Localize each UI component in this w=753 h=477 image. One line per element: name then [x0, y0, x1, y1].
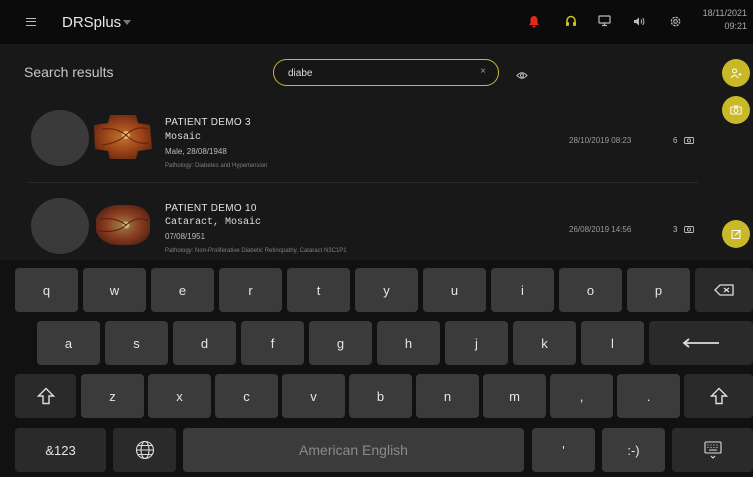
shift-key-right[interactable] [684, 374, 753, 418]
row-divider [28, 182, 698, 183]
enter-icon [682, 338, 719, 348]
space-key[interactable]: American English [183, 428, 524, 472]
key-f[interactable]: f [241, 321, 304, 365]
hide-keyboard-key[interactable] [672, 428, 753, 472]
app-title[interactable]: DRSplus [62, 14, 121, 31]
top-bar: DRSplus 18/11/2021 09:21 [0, 0, 753, 44]
key-l[interactable]: l [581, 321, 644, 365]
key-n[interactable]: n [416, 374, 479, 418]
enter-key[interactable] [649, 321, 753, 365]
patient-info: Male, 28/08/1948 [165, 147, 227, 156]
patient-pathology: Pathology: Non-Proliferative Diabetic Re… [165, 248, 347, 254]
on-screen-keyboard: q w e r t y u i o p a s d f g h j k l z … [0, 260, 753, 477]
search-input[interactable] [288, 65, 468, 81]
camera-icon [683, 137, 694, 144]
key-k[interactable]: k [513, 321, 576, 365]
bell-icon[interactable] [526, 13, 542, 29]
key-u[interactable]: u [423, 268, 486, 312]
key-j[interactable]: j [445, 321, 508, 365]
key-apostrophe[interactable]: ' [532, 428, 595, 472]
exam-date: 26/08/2019 14:56 [569, 225, 632, 234]
patient-info: 07/08/1951 [165, 232, 206, 241]
key-o[interactable]: o [559, 268, 622, 312]
shift-key-left[interactable] [15, 374, 76, 418]
key-q[interactable]: q [15, 268, 78, 312]
volume-icon[interactable] [631, 13, 647, 29]
patient-tags: Mosaic [165, 132, 202, 143]
backspace-icon [714, 284, 734, 296]
symbols-key[interactable]: &123 [15, 428, 106, 472]
key-t[interactable]: t [287, 268, 350, 312]
key-g[interactable]: g [309, 321, 372, 365]
camera-icon [683, 226, 694, 233]
patient-name: PATIENT DEMO 3 [165, 117, 251, 128]
key-a[interactable]: a [37, 321, 100, 365]
monitor-icon[interactable] [596, 13, 612, 29]
key-y[interactable]: y [355, 268, 418, 312]
shift-icon [36, 387, 55, 405]
clear-search-icon[interactable]: × [480, 66, 486, 77]
search-results-panel: Search results × PATIENT DEMO 3 Mosaic M… [0, 44, 753, 260]
search-field[interactable]: × [273, 59, 499, 86]
key-z[interactable]: z [81, 374, 144, 418]
fundus-image [96, 205, 150, 245]
menu-icon[interactable] [26, 18, 36, 26]
image-count: 3 [673, 225, 694, 234]
avatar [31, 110, 89, 166]
image-count: 6 [673, 136, 694, 145]
gear-icon[interactable] [667, 13, 683, 29]
add-patient-button[interactable] [722, 59, 750, 87]
image-count-value: 3 [673, 225, 678, 234]
key-s[interactable]: s [105, 321, 168, 365]
patient-tags: Cataract, Mosaic [165, 217, 262, 228]
camera-button[interactable] [722, 96, 750, 124]
key-p[interactable]: p [627, 268, 690, 312]
key-period[interactable]: . [617, 374, 680, 418]
key-m[interactable]: m [483, 374, 546, 418]
headset-icon[interactable] [563, 13, 579, 29]
date-text: 18/11/2021 [702, 8, 747, 18]
edit-button[interactable] [722, 220, 750, 248]
key-c[interactable]: c [215, 374, 278, 418]
patient-pathology: Pathology: Diabetes and Hypertension [165, 163, 268, 169]
backspace-key[interactable] [695, 268, 753, 312]
chevron-down-icon[interactable] [123, 20, 131, 25]
key-r[interactable]: r [219, 268, 282, 312]
fundus-image [94, 115, 152, 159]
key-e[interactable]: e [151, 268, 214, 312]
language-key[interactable] [113, 428, 176, 472]
key-w[interactable]: w [83, 268, 146, 312]
key-b[interactable]: b [349, 374, 412, 418]
keyboard-icon [703, 441, 722, 459]
key-comma[interactable]: , [550, 374, 613, 418]
patient-row[interactable]: PATIENT DEMO 3 Mosaic Male, 28/08/1948 P… [0, 96, 700, 181]
globe-icon [135, 440, 154, 460]
key-h[interactable]: h [377, 321, 440, 365]
key-i[interactable]: i [491, 268, 554, 312]
avatar [31, 198, 89, 254]
clock: 18/11/2021 09:21 [703, 7, 747, 33]
camera-icon [730, 105, 742, 115]
patient-name: PATIENT DEMO 10 [165, 203, 257, 214]
key-smiley[interactable]: :-) [602, 428, 665, 472]
exam-date: 28/10/2019 08:23 [569, 136, 632, 145]
time-text: 09:21 [724, 21, 747, 31]
shift-icon [709, 387, 728, 405]
add-user-icon [730, 68, 742, 78]
key-v[interactable]: v [282, 374, 345, 418]
eye-icon[interactable] [516, 67, 528, 85]
page-title: Search results [24, 64, 114, 80]
key-d[interactable]: d [173, 321, 236, 365]
image-count-value: 6 [673, 136, 678, 145]
key-x[interactable]: x [148, 374, 211, 418]
edit-icon [731, 229, 741, 239]
patient-row[interactable]: PATIENT DEMO 10 Cataract, Mosaic 07/08/1… [0, 184, 700, 269]
